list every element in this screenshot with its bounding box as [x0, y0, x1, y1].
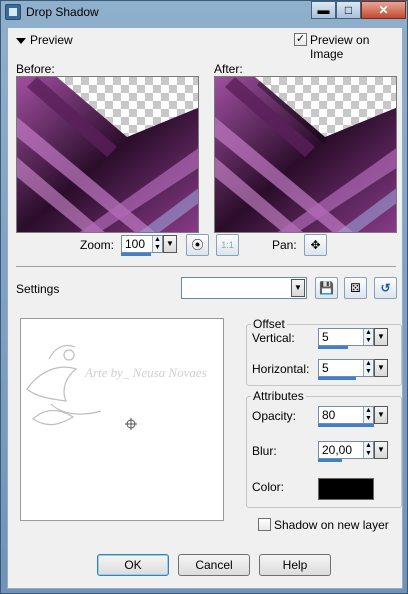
vertical-value: 5: [322, 330, 329, 344]
before-preview[interactable]: [16, 76, 199, 233]
app-icon: [5, 4, 21, 20]
spin-down-icon: ▼: [365, 337, 372, 344]
attributes-group-title: Attributes: [251, 389, 306, 403]
vertical-label: Vertical:: [252, 331, 295, 345]
settings-dropdown-button[interactable]: ▼: [291, 279, 305, 297]
spin-down-icon: ▼: [154, 244, 161, 251]
opacity-dropdown-button[interactable]: ▼: [374, 406, 388, 424]
spin-down-icon: ▼: [365, 415, 372, 422]
minimize-button[interactable]: ▬: [311, 1, 336, 19]
blur-input[interactable]: 20,00 ▲ ▼: [318, 441, 374, 459]
opacity-label: Opacity:: [252, 409, 297, 423]
zoom-input[interactable]: 100 ▲ ▼: [121, 235, 163, 253]
spin-up-icon: ▲: [154, 236, 161, 243]
ok-button[interactable]: OK: [97, 554, 169, 576]
zoom-value: 100: [125, 237, 146, 251]
vertical-dropdown-button[interactable]: ▼: [374, 328, 388, 346]
vertical-spin-arrows[interactable]: ▲ ▼: [363, 329, 373, 345]
dialog-body: Preview ✓ Preview on Image Before: After…: [7, 27, 403, 589]
randomize-button[interactable]: ⚄: [344, 277, 367, 299]
opacity-spin-arrows[interactable]: ▲ ▼: [363, 407, 373, 423]
collapse-arrow-icon: [16, 37, 26, 44]
preview-toggle-label: Preview: [30, 33, 73, 47]
zoom-label: Zoom:: [80, 238, 115, 252]
maximize-button[interactable]: □: [336, 1, 361, 19]
preview-toggle[interactable]: Preview: [16, 33, 73, 47]
zoom-fit-button[interactable]: 1:1: [216, 234, 239, 256]
help-button[interactable]: Help: [259, 554, 331, 576]
spin-down-icon: ▼: [365, 368, 372, 375]
offset-group-title: Offset: [251, 317, 287, 331]
shadow-new-layer-checkbox[interactable]: [258, 518, 271, 531]
crosshair-icon[interactable]: [125, 418, 137, 430]
offset-canvas[interactable]: Arte by_ Neusa Novaes: [20, 318, 224, 521]
opacity-value: 80: [322, 408, 336, 422]
settings-combo[interactable]: ▼: [181, 277, 307, 299]
preview-on-image-checkbox[interactable]: ✓: [294, 33, 307, 46]
spin-up-icon: ▲: [365, 360, 372, 367]
blur-dropdown-button[interactable]: ▼: [374, 441, 388, 459]
zoom-slider-bar[interactable]: [121, 253, 151, 256]
horizontal-input[interactable]: 5 ▲ ▼: [318, 359, 374, 377]
opacity-input[interactable]: 80 ▲ ▼: [318, 406, 374, 424]
window-title: Drop Shadow: [26, 5, 99, 19]
cancel-button[interactable]: Cancel: [178, 554, 250, 576]
separator: [16, 266, 396, 267]
shadow-new-layer-label: Shadow on new layer: [274, 518, 389, 532]
drop-shadow-dialog: Drop Shadow ▬ □ ✕ Preview ✓ Preview on I…: [0, 0, 408, 594]
horizontal-slider-bar[interactable]: [318, 377, 356, 380]
reset-button[interactable]: ↺: [374, 277, 397, 299]
before-label: Before:: [16, 62, 55, 76]
opacity-slider-bar[interactable]: [318, 424, 374, 427]
blur-slider-bar[interactable]: [318, 459, 342, 462]
vertical-slider-bar[interactable]: [318, 346, 348, 349]
proof-button[interactable]: ⦿: [186, 234, 209, 256]
spin-up-icon: ▲: [365, 407, 372, 414]
pan-label: Pan:: [272, 238, 297, 252]
horizontal-value: 5: [322, 361, 329, 375]
watermark-text: Arte by_ Neusa Novaes: [84, 365, 207, 380]
title-bar[interactable]: Drop Shadow ▬ □ ✕: [1, 1, 408, 23]
blur-spin-arrows[interactable]: ▲ ▼: [363, 442, 373, 458]
spin-up-icon: ▲: [365, 329, 372, 336]
spin-down-icon: ▼: [365, 450, 372, 457]
color-swatch[interactable]: [318, 478, 374, 500]
pan-button[interactable]: ✥: [304, 234, 327, 256]
settings-label: Settings: [16, 282, 60, 296]
vertical-input[interactable]: 5 ▲ ▼: [318, 328, 374, 346]
after-preview[interactable]: [214, 76, 397, 233]
blur-value: 20,00: [322, 443, 353, 457]
save-preset-button[interactable]: 💾: [315, 277, 338, 299]
spin-up-icon: ▲: [365, 442, 372, 449]
zoom-spin-arrows[interactable]: ▲ ▼: [152, 236, 162, 252]
color-label: Color:: [252, 480, 285, 494]
after-label: After:: [214, 62, 243, 76]
preview-on-image-label: Preview on Image: [310, 33, 370, 61]
zoom-dropdown-button[interactable]: ▼: [163, 235, 177, 253]
horizontal-dropdown-button[interactable]: ▼: [374, 359, 388, 377]
horizontal-spin-arrows[interactable]: ▲ ▼: [363, 360, 373, 376]
horizontal-label: Horizontal:: [252, 362, 310, 376]
close-button[interactable]: ✕: [361, 1, 406, 19]
blur-label: Blur:: [252, 444, 277, 458]
